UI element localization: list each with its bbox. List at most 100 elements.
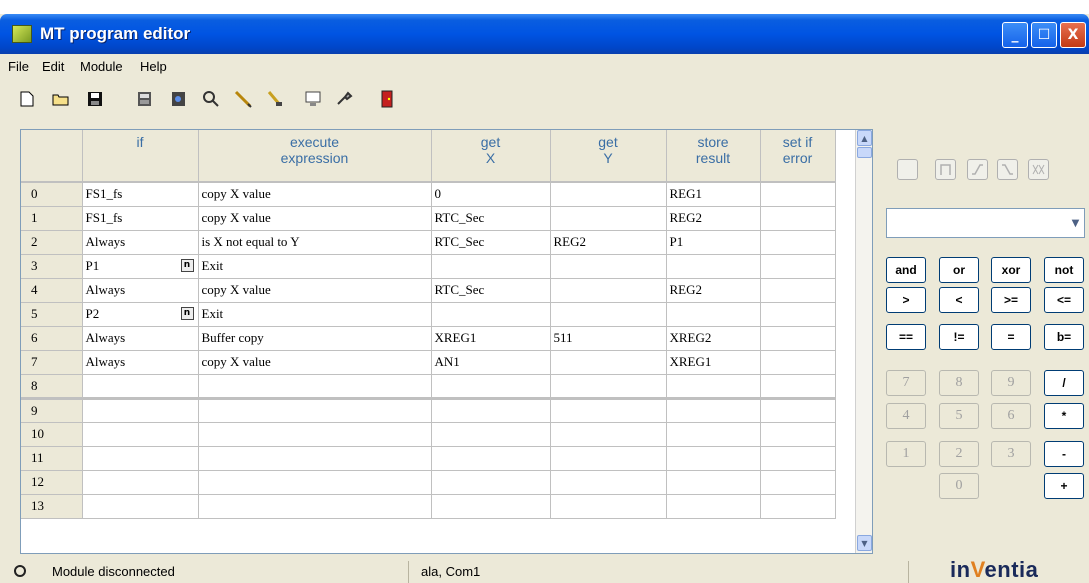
cell-store[interactable]: REG2 <box>666 206 761 231</box>
op-eq-button[interactable]: == <box>886 324 926 350</box>
col-header-get-y[interactable]: get Y <box>550 130 667 183</box>
cell-execute[interactable] <box>198 470 432 495</box>
search-icon[interactable] <box>200 88 222 110</box>
cell-error[interactable] <box>760 446 836 471</box>
table-row[interactable]: 5 P2 n Exit <box>21 302 836 327</box>
row-number[interactable]: 7 <box>21 350 83 375</box>
cell-get-y[interactable] <box>550 398 667 423</box>
cell-store[interactable]: XREG2 <box>666 326 761 351</box>
table-row[interactable]: 7 Always copy X value AN1 XREG1 <box>21 350 836 375</box>
cell-execute[interactable] <box>198 374 432 400</box>
falling-edge-icon[interactable] <box>997 159 1018 180</box>
cell-error[interactable] <box>760 422 836 447</box>
chevron-down-icon[interactable]: ▼ <box>1067 209 1084 237</box>
program-icon[interactable] <box>168 88 190 110</box>
cell-error[interactable] <box>760 398 836 423</box>
compile-icon[interactable] <box>134 88 156 110</box>
cell-get-x[interactable] <box>431 422 551 447</box>
scroll-thumb[interactable] <box>857 147 872 158</box>
cell-error[interactable] <box>760 326 836 351</box>
cell-store[interactable]: P1 <box>666 230 761 255</box>
table-row[interactable]: 2 Always is X not equal to Y RTC_Sec REG2 P1 <box>21 230 836 255</box>
cell-error[interactable] <box>760 206 836 231</box>
digit-8-button[interactable]: 8 <box>939 370 979 396</box>
cell-get-x[interactable] <box>431 254 551 279</box>
cell-error[interactable] <box>760 302 836 327</box>
cell-execute[interactable] <box>198 446 432 471</box>
op-minus-button[interactable]: - <box>1044 441 1084 467</box>
cell-if[interactable]: Always <box>82 350 199 375</box>
digit-7-button[interactable]: 7 <box>886 370 926 396</box>
monitor-icon[interactable] <box>302 88 324 110</box>
title-bar[interactable]: MT program editor _ ☐ X <box>0 14 1089 54</box>
table-row[interactable]: 4 Always copy X value RTC_Sec REG2 <box>21 278 836 303</box>
cell-get-y[interactable] <box>550 278 667 303</box>
menu-help[interactable]: Help <box>140 59 167 74</box>
cell-if[interactable]: FS1_fs <box>82 206 199 231</box>
cell-get-y[interactable] <box>550 350 667 375</box>
row-number[interactable]: 2 <box>21 230 83 255</box>
cell-get-x[interactable] <box>431 398 551 423</box>
row-number[interactable]: 4 <box>21 278 83 303</box>
condition-select[interactable]: ▼ <box>886 208 1085 238</box>
scroll-down-icon[interactable]: ▼ <box>857 535 872 551</box>
table-row[interactable]: 11 <box>21 446 836 471</box>
close-button[interactable]: X <box>1060 22 1086 48</box>
row-number[interactable]: 12 <box>21 470 83 495</box>
row-number[interactable]: 10 <box>21 422 83 447</box>
cell-store[interactable]: REG2 <box>666 278 761 303</box>
digit-6-button[interactable]: 6 <box>991 403 1031 429</box>
save-disk-icon[interactable] <box>84 88 106 110</box>
cell-store[interactable] <box>666 446 761 471</box>
op-and-button[interactable]: and <box>886 257 926 283</box>
op-neq-button[interactable]: != <box>939 324 979 350</box>
blank-icon[interactable] <box>897 159 918 180</box>
cell-get-x[interactable] <box>431 494 551 519</box>
digit-5-button[interactable]: 5 <box>939 403 979 429</box>
cell-get-y[interactable] <box>550 182 667 207</box>
digit-4-button[interactable]: 4 <box>886 403 926 429</box>
table-row[interactable]: 0 FS1_fs copy X value 0 REG1 <box>21 182 836 207</box>
cell-get-y[interactable] <box>550 422 667 447</box>
op-not-button[interactable]: not <box>1044 257 1084 283</box>
cell-get-y[interactable]: 511 <box>550 326 667 351</box>
cell-get-x[interactable] <box>431 446 551 471</box>
col-header-error[interactable]: set if error <box>760 130 836 183</box>
cell-error[interactable] <box>760 278 836 303</box>
cell-store[interactable] <box>666 398 761 423</box>
op-plus-button[interactable]: + <box>1044 473 1084 499</box>
cell-get-y[interactable] <box>550 470 667 495</box>
both-edges-icon[interactable] <box>1028 159 1049 180</box>
table-row[interactable]: 9 <box>21 398 836 423</box>
clear-icon[interactable] <box>264 88 286 110</box>
row-number[interactable]: 9 <box>21 398 83 423</box>
cell-get-x[interactable] <box>431 374 551 400</box>
open-folder-icon[interactable] <box>50 88 72 110</box>
new-file-icon[interactable] <box>16 88 38 110</box>
menu-edit[interactable]: Edit <box>42 59 64 74</box>
digit-3-button[interactable]: 3 <box>991 441 1031 467</box>
cell-store[interactable] <box>666 470 761 495</box>
rising-edge-icon[interactable] <box>967 159 988 180</box>
op-multiply-button[interactable]: * <box>1044 403 1084 429</box>
table-row[interactable]: 6 Always Buffer copy XREG1 511 XREG2 <box>21 326 836 351</box>
cell-store[interactable]: XREG1 <box>666 350 761 375</box>
cell-get-x[interactable]: 0 <box>431 182 551 207</box>
cell-execute[interactable] <box>198 422 432 447</box>
cell-error[interactable] <box>760 254 836 279</box>
cell-store[interactable]: REG1 <box>666 182 761 207</box>
row-number[interactable]: 13 <box>21 494 83 519</box>
scroll-up-icon[interactable]: ▲ <box>857 130 872 146</box>
cell-store[interactable] <box>666 254 761 279</box>
cell-store[interactable] <box>666 494 761 519</box>
op-bit-eq-button[interactable]: b= <box>1044 324 1084 350</box>
cell-if[interactable] <box>82 470 199 495</box>
cell-get-y[interactable] <box>550 254 667 279</box>
digit-2-button[interactable]: 2 <box>939 441 979 467</box>
cell-error[interactable] <box>760 374 836 400</box>
minimize-button[interactable]: _ <box>1002 22 1028 48</box>
op-assign-button[interactable]: = <box>991 324 1031 350</box>
row-number[interactable]: 5 <box>21 302 83 327</box>
cell-if[interactable]: Always <box>82 230 199 255</box>
table-row[interactable]: 13 <box>21 494 836 519</box>
